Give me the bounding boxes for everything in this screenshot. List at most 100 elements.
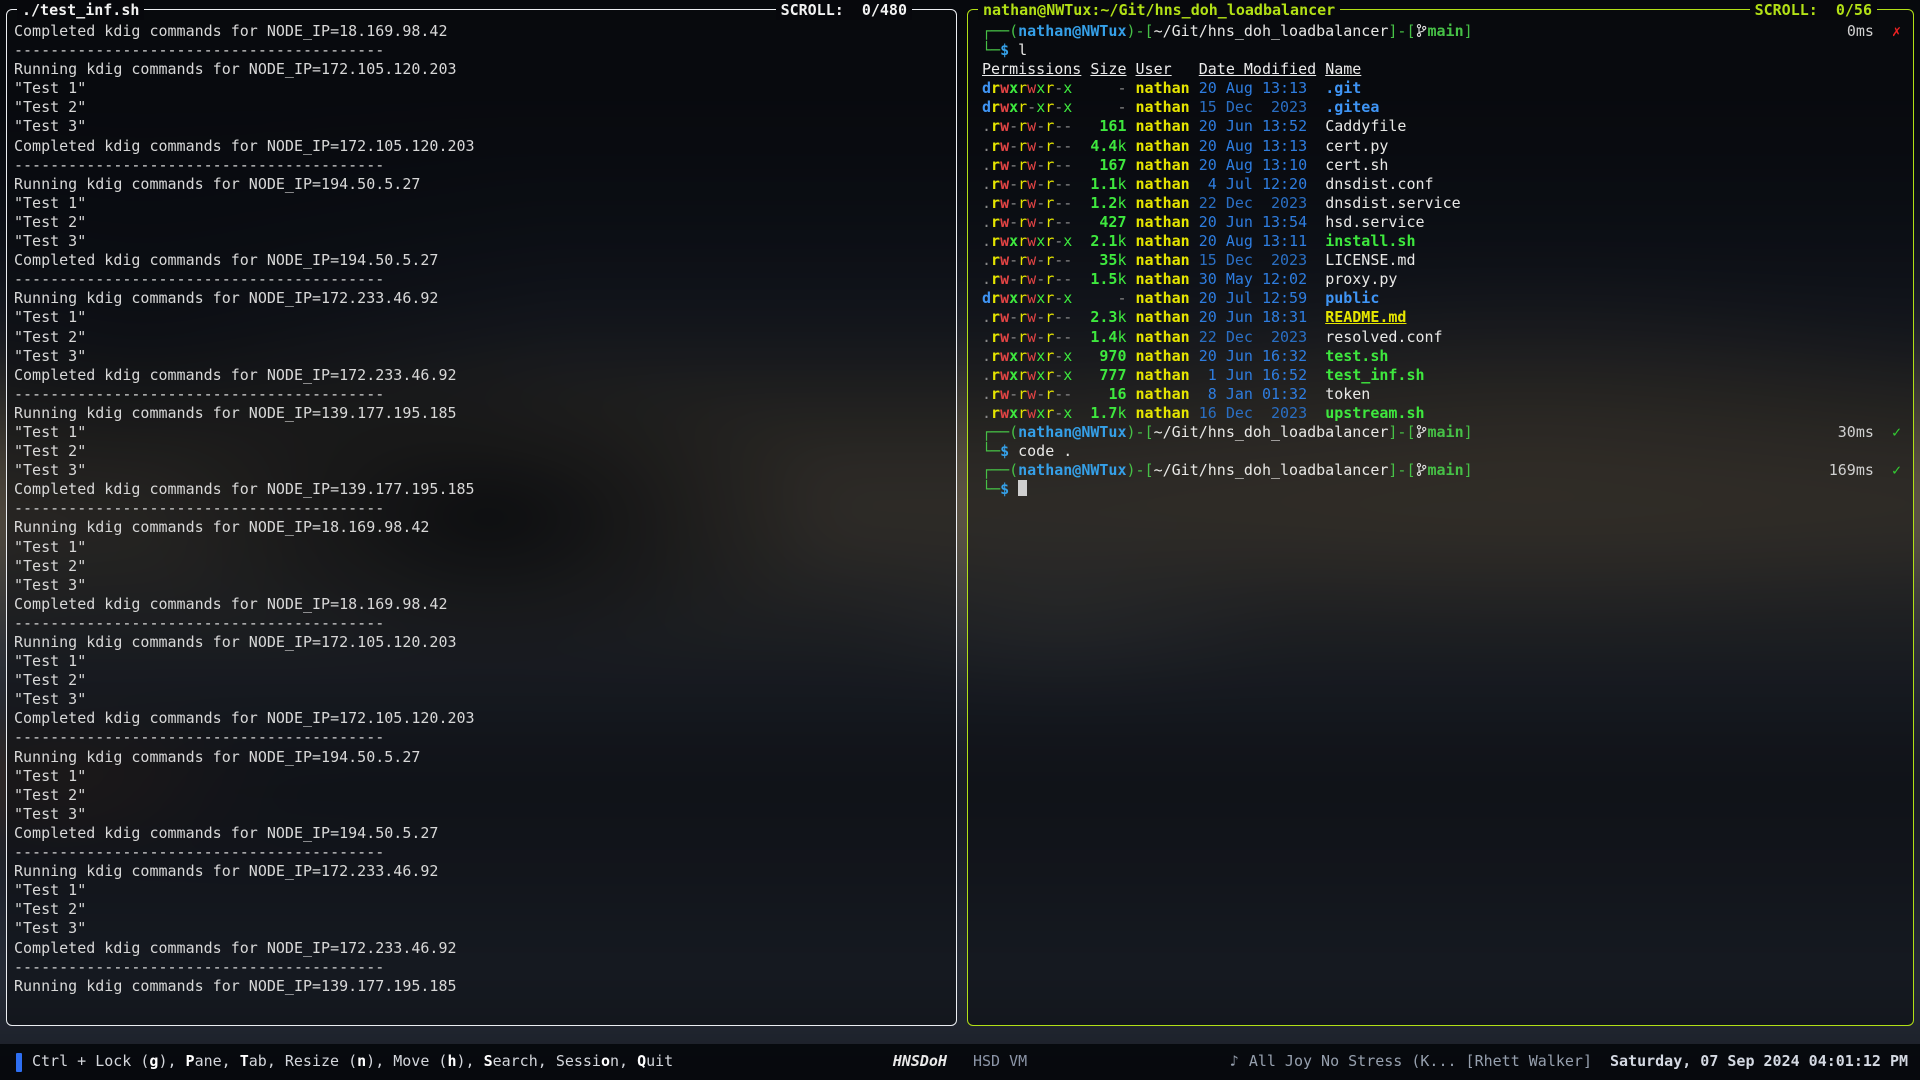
command-line: └─$ l <box>982 41 1901 60</box>
file-date: 16 Dec 2023 <box>1199 404 1307 423</box>
prompt-left: ┌──(nathan@NWTux)-[~/Git/hns_doh_loadbal… <box>982 22 1473 41</box>
hint-key: Q <box>637 1052 646 1070</box>
command-duration: 30ms <box>1838 423 1874 441</box>
terminal-line: "Test 3" <box>14 690 946 709</box>
file-size: 2.3k <box>1090 308 1126 327</box>
status-bar: Ctrl + Lock (g), Pane, Tab, Resize (n), … <box>0 1044 1920 1080</box>
file-name: resolved.conf <box>1325 328 1442 347</box>
terminal-line: ----------------------------------------… <box>14 958 946 977</box>
file-permissions: .rw-rw-r-- <box>982 213 1072 232</box>
file-size: 167 <box>1099 156 1126 175</box>
terminal-line: "Test 2" <box>14 328 946 347</box>
terminal-line: "Test 3" <box>14 347 946 366</box>
file-name: install.sh <box>1325 232 1415 251</box>
keybinding-hint: Resize (n) <box>285 1052 375 1070</box>
file-owner: nathan <box>1136 213 1190 232</box>
git-branch-name: main <box>1428 461 1464 479</box>
check-icon: ✓ <box>1892 461 1901 479</box>
file-size: - <box>1117 289 1126 308</box>
prompt-status-group: 169ms ✓ <box>1829 461 1901 480</box>
terminal-line: "Test 1" <box>14 652 946 671</box>
tab-hsd-vm[interactable]: HSD VM <box>973 1052 1027 1071</box>
terminal-line: "Test 3" <box>14 232 946 251</box>
file-row: .rw-rw-r-- 1.2k nathan 22 Dec 2023 dnsdi… <box>982 194 1901 213</box>
file-date: 4 Jul 12:20 <box>1199 175 1307 194</box>
file-name: public <box>1325 289 1379 308</box>
file-permissions: .rw-rw-r-- <box>982 385 1072 404</box>
prompt-left: ┌──(nathan@NWTux)-[~/Git/hns_doh_loadbal… <box>982 461 1473 480</box>
terminal-line: "Test 1" <box>14 767 946 786</box>
keybinding-hint: Search <box>484 1052 538 1070</box>
file-owner: nathan <box>1136 232 1190 251</box>
right-pane-content: ┌──(nathan@NWTux)-[~/Git/hns_doh_loadbal… <box>968 22 1913 1024</box>
terminal-line: Completed kdig commands for NODE_IP=172.… <box>14 709 946 728</box>
pane-title: ./test_inf.sh <box>17 0 144 20</box>
file-permissions: .rwxrwxr-x <box>982 366 1072 385</box>
file-name: cert.py <box>1325 137 1388 156</box>
file-row: .rw-rw-r-- 1.4k nathan 22 Dec 2023 resol… <box>982 328 1901 347</box>
file-date: 20 Jun 13:52 <box>1199 117 1307 136</box>
terminal-line: ----------------------------------------… <box>14 156 946 175</box>
file-size: 2.1k <box>1090 232 1126 251</box>
terminal-line: "Test 3" <box>14 576 946 595</box>
file-row: drwxrwxr-x - nathan 20 Aug 13:13 .git <box>982 79 1901 98</box>
keybinding-hint: Pane <box>186 1052 222 1070</box>
scroll-indicator: SCROLL: 0/480 <box>776 0 912 20</box>
keybinding-hint: Tab <box>240 1052 267 1070</box>
prompt-line: ┌──(nathan@NWTux)-[~/Git/hns_doh_loadbal… <box>982 423 1901 442</box>
file-name: test_inf.sh <box>1325 366 1424 385</box>
terminal-line: ----------------------------------------… <box>14 499 946 518</box>
file-date: 20 Aug 13:10 <box>1199 156 1307 175</box>
terminal-line: "Test 2" <box>14 442 946 461</box>
terminal-line: "Test 2" <box>14 900 946 919</box>
file-size: - <box>1117 98 1126 117</box>
file-row: .rw-rw-r-- 2.3k nathan 20 Jun 18:31 READ… <box>982 308 1901 327</box>
tab-hnsdoh[interactable]: HNSDoH <box>893 1052 947 1071</box>
file-owner: nathan <box>1136 404 1190 423</box>
git-branch-name: main <box>1428 423 1464 441</box>
file-owner: nathan <box>1136 137 1190 156</box>
hint-key: S <box>484 1052 493 1070</box>
file-permissions: .rwxrwxr-x <box>982 232 1072 251</box>
column-header: Name <box>1325 60 1361 79</box>
git-branch-name: main <box>1428 22 1464 40</box>
file-size: 1.2k <box>1090 194 1126 213</box>
file-date: 22 Dec 2023 <box>1199 328 1307 347</box>
file-owner: nathan <box>1136 194 1190 213</box>
file-permissions: .rw-rw-r-- <box>982 270 1072 289</box>
file-date: 20 Jul 12:59 <box>1199 289 1307 308</box>
keybinding-hint: Session <box>556 1052 619 1070</box>
terminal-line: "Test 1" <box>14 308 946 327</box>
file-size: 777 <box>1099 366 1126 385</box>
file-owner: nathan <box>1136 328 1190 347</box>
file-size: 35k <box>1099 251 1126 270</box>
file-size: 1.5k <box>1090 270 1126 289</box>
pane-shell[interactable]: nathan@NWTux:~/Git/hns_doh_loadbalancer … <box>967 9 1914 1026</box>
terminal-screen: ./test_inf.sh SCROLL: 0/480 Completed kd… <box>0 0 1920 1080</box>
file-row: .rwxrwxr-x 2.1k nathan 20 Aug 13:11 inst… <box>982 232 1901 251</box>
file-name: dnsdist.service <box>1325 194 1460 213</box>
terminal-line: Running kdig commands for NODE_IP=139.17… <box>14 977 946 996</box>
file-size: - <box>1117 79 1126 98</box>
terminal-line: "Test 3" <box>14 919 946 938</box>
terminal-line: ----------------------------------------… <box>14 41 946 60</box>
hint-key: P <box>186 1052 195 1070</box>
file-owner: nathan <box>1136 347 1190 366</box>
prompt-status-group: 30ms ✓ <box>1838 423 1901 442</box>
terminal-line: Running kdig commands for NODE_IP=172.23… <box>14 289 946 308</box>
column-header: Date Modified <box>1199 60 1316 79</box>
pane-test-inf-script[interactable]: ./test_inf.sh SCROLL: 0/480 Completed kd… <box>6 9 957 1026</box>
terminal-line: "Test 3" <box>14 461 946 480</box>
cross-icon: ✗ <box>1892 22 1901 40</box>
prompt-left: ┌──(nathan@NWTux)-[~/Git/hns_doh_loadbal… <box>982 423 1473 442</box>
file-permissions: .rw-rw-r-- <box>982 156 1072 175</box>
file-date: 30 May 12:02 <box>1199 270 1307 289</box>
terminal-line: "Test 1" <box>14 423 946 442</box>
scroll-indicator: SCROLL: 0/56 <box>1750 0 1877 20</box>
file-owner: nathan <box>1136 156 1190 175</box>
terminal-line: "Test 1" <box>14 538 946 557</box>
file-date: 20 Jun 18:31 <box>1199 308 1307 327</box>
terminal-line: "Test 1" <box>14 79 946 98</box>
prompt-path: ~/Git/hns_doh_loadbalancer <box>1154 423 1389 441</box>
file-row: .rwxrwxr-x 1.7k nathan 16 Dec 2023 upstr… <box>982 404 1901 423</box>
